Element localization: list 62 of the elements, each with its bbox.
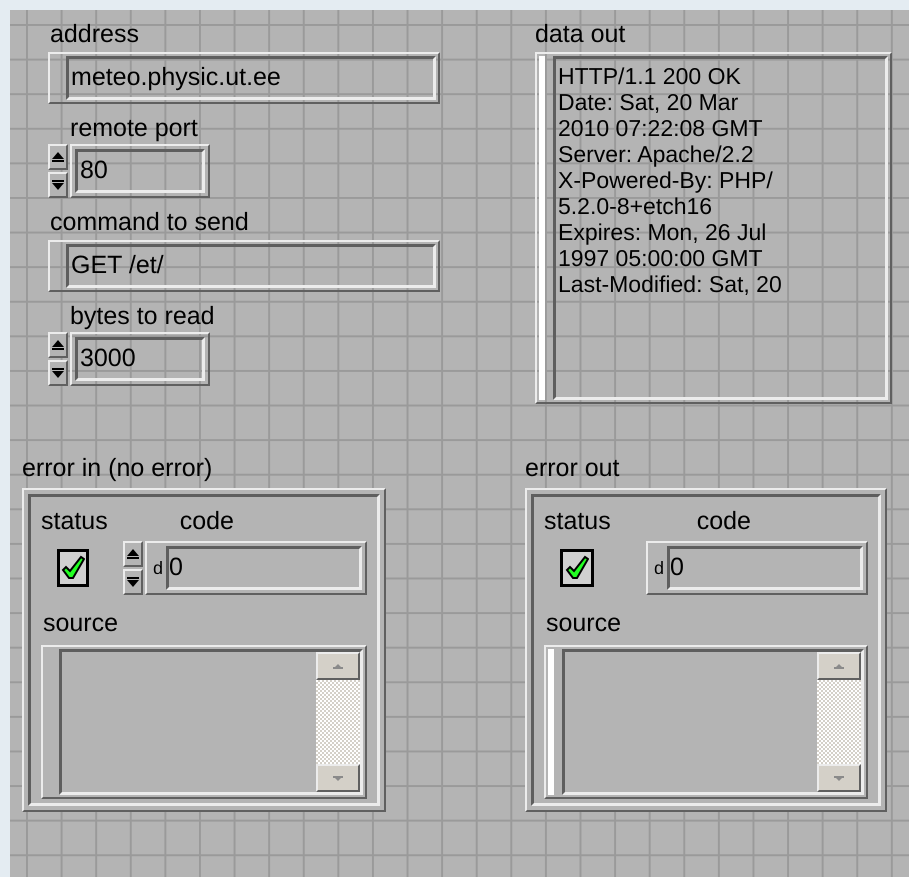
control-label: bytes to read: [69, 302, 216, 330]
down-arrow-icon: [834, 776, 844, 780]
down-arrow-icon: [333, 776, 343, 780]
radix-label: d: [653, 556, 666, 580]
response-line: Expires: Mon, 26 Jul: [558, 219, 768, 245]
numeric-field[interactable]: d 0: [145, 541, 367, 595]
scroll-up-button[interactable]: [817, 652, 861, 680]
scroll-up-button[interactable]: [316, 652, 360, 680]
check-icon: [61, 555, 85, 581]
radix-label: d: [152, 556, 164, 580]
control-label: error out: [525, 454, 620, 482]
response-line: Server: Apache/2.2: [558, 141, 755, 167]
response-line: 2010 07:22:08 GMT: [558, 115, 764, 141]
up-arrow-icon: [127, 549, 139, 559]
control-label: error in (no error): [22, 454, 214, 482]
control-label: status: [41, 507, 108, 535]
control-label: code: [696, 507, 751, 535]
control-label: source: [545, 609, 622, 637]
field-value: 0: [670, 552, 684, 584]
scrollbar[interactable]: [316, 652, 360, 792]
field-value: meteo.physic.ut.ee: [71, 62, 281, 94]
decrement-button[interactable]: [123, 569, 143, 595]
down-arrow-icon: [52, 180, 64, 190]
response-line: X-Powered-By: PHP/: [558, 167, 774, 193]
scroll-down-button[interactable]: [316, 764, 360, 792]
control-label: code: [180, 507, 234, 535]
status-checkbox[interactable]: [560, 549, 594, 587]
response-line: Date: Sat, 20 Mar: [558, 89, 740, 115]
numeric-field[interactable]: 3000: [70, 332, 210, 386]
string-field[interactable]: GET /et/: [48, 240, 440, 292]
response-line: HTTP/1.1 200 OK: [558, 63, 742, 89]
field-value: 3000: [80, 343, 136, 374]
string-field[interactable]: meteo.physic.ut.ee: [48, 52, 440, 104]
control-label: status: [544, 507, 611, 535]
field-value: 0: [169, 552, 183, 584]
increment-button[interactable]: [48, 144, 68, 170]
response-line: 5.2.0-8+etch16: [558, 193, 714, 219]
decrement-button[interactable]: [48, 172, 68, 198]
increment-button[interactable]: [48, 332, 68, 358]
up-arrow-icon: [52, 152, 64, 162]
control-label: source: [42, 609, 120, 637]
up-arrow-icon: [333, 664, 343, 668]
increment-button[interactable]: [123, 541, 143, 567]
up-arrow-icon: [834, 664, 844, 668]
field-value: GET /et/: [71, 250, 164, 282]
field-value: 80: [80, 155, 108, 186]
control-label: address: [49, 20, 140, 48]
check-icon: [565, 555, 589, 581]
control-label: remote port: [69, 114, 199, 142]
status-checkbox[interactable]: [57, 549, 89, 587]
response-line: Last-Modified: Sat, 20: [558, 271, 783, 297]
source-listbox[interactable]: [41, 645, 367, 799]
scrollbar[interactable]: [817, 652, 861, 792]
up-arrow-icon: [52, 340, 64, 350]
control-label: data out: [535, 20, 626, 48]
control-label: command to send: [49, 208, 250, 236]
numeric-field[interactable]: 80: [70, 144, 210, 198]
down-arrow-icon: [127, 577, 139, 587]
scroll-down-button[interactable]: [817, 764, 861, 792]
down-arrow-icon: [52, 368, 64, 378]
response-line: 1997 05:00:00 GMT: [558, 245, 764, 271]
decrement-button[interactable]: [48, 360, 68, 386]
